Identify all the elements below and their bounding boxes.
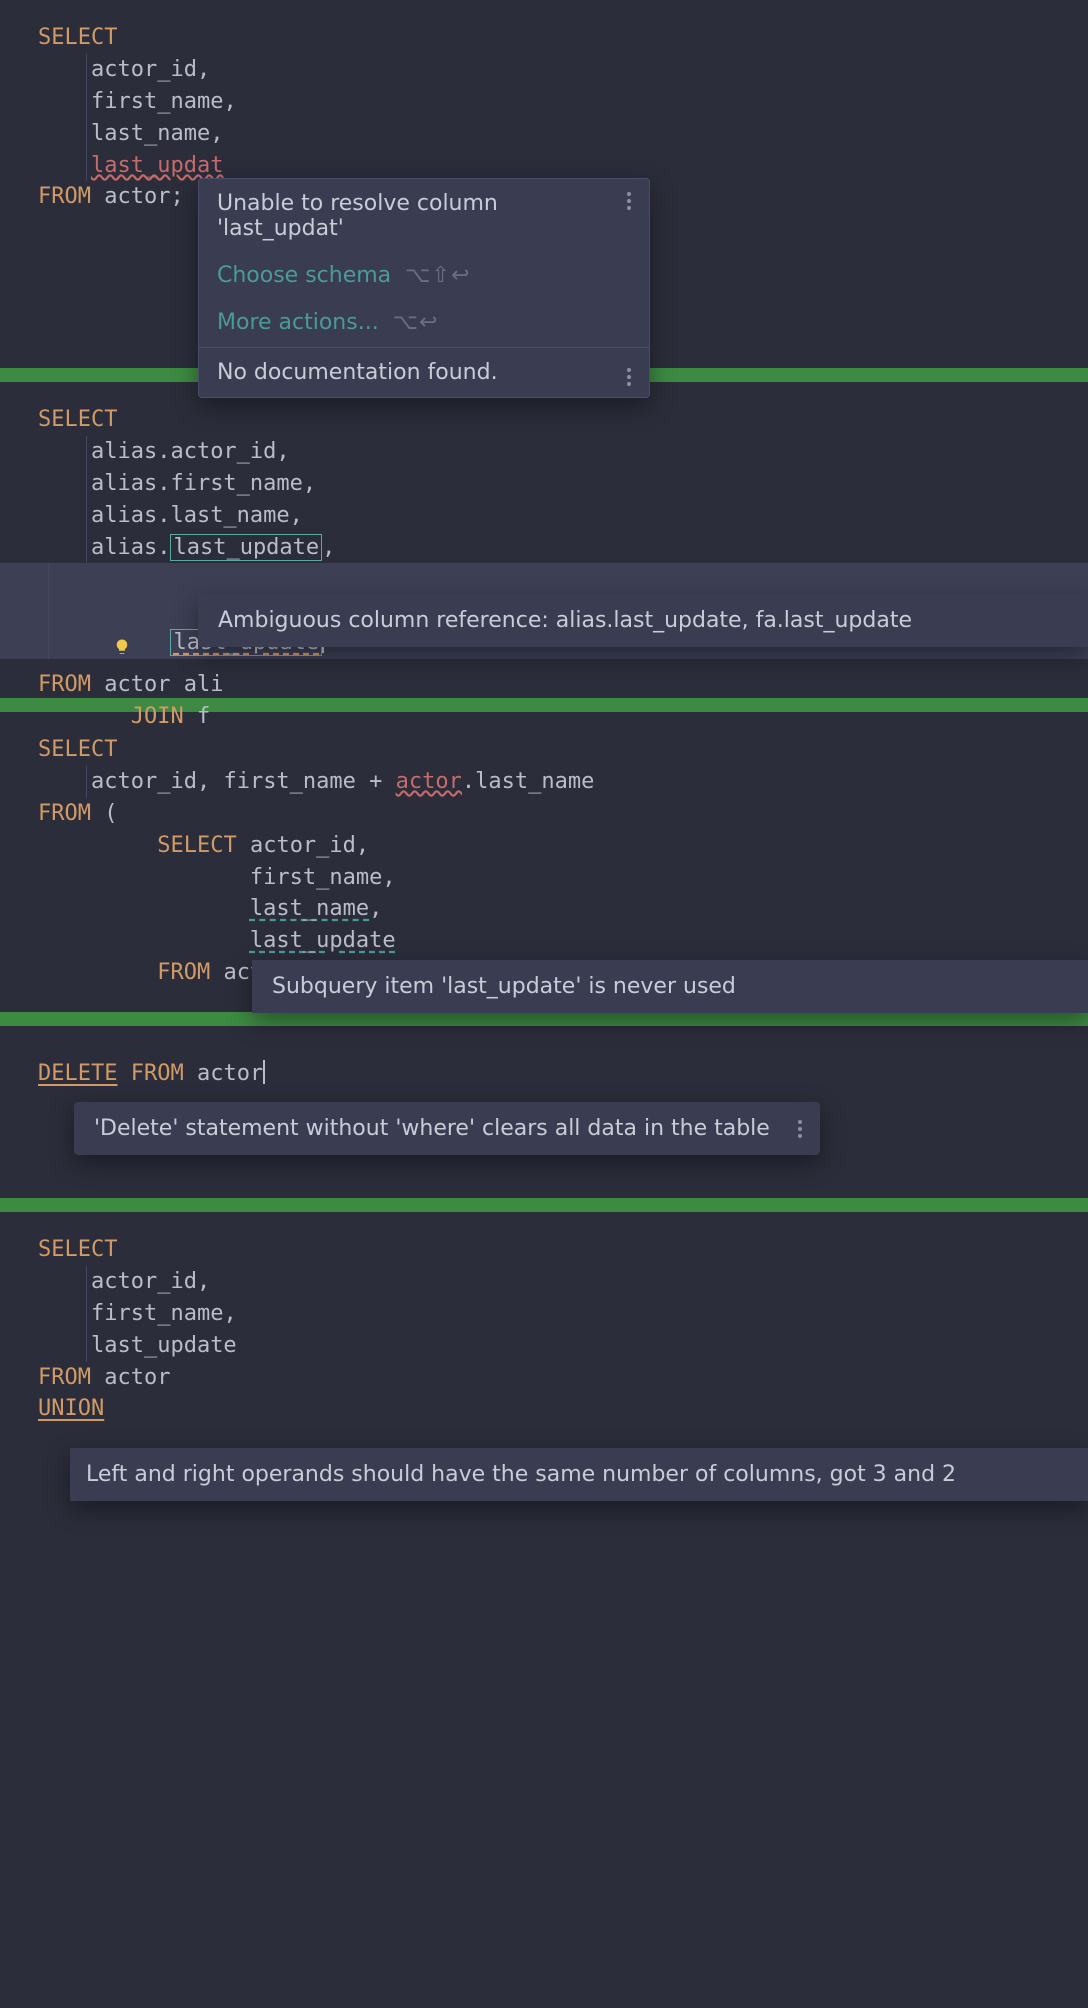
code-section-3: SELECT actor_id, first_name + actor.last… [0, 712, 1088, 1012]
code-editor[interactable]: SELECT actor_id, first_name + actor.last… [0, 712, 1088, 989]
code-section-1: SELECT actor_id, first_name, last_name, … [0, 0, 1088, 368]
inner-col-last-update[interactable]: last_update [250, 928, 396, 953]
tooltip-action-more[interactable]: More actions... [217, 310, 379, 335]
warning-tooltip: Ambiguous column reference: alias.last_u… [198, 594, 1088, 647]
col-boxed-last-update[interactable]: last_update [170, 534, 322, 561]
table-actor: actor [197, 1061, 263, 1086]
keyword-select: SELECT [38, 737, 117, 762]
tooltip-message: Subquery item 'last_update' is never use… [272, 974, 736, 999]
col-alias-actor-id: alias.actor_id [91, 439, 276, 464]
table-actor: actor [104, 672, 170, 697]
tooltip-message: Left and right operands should have the … [86, 1462, 956, 1487]
info-tooltip: Subquery item 'last_update' is never use… [252, 960, 1088, 1013]
keyword-from: FROM [38, 1365, 91, 1390]
col-first-name: first_name [91, 1301, 223, 1326]
code-section-5: SELECT actor_id, first_name, last_update… [0, 1212, 1088, 1506]
tooltip-doc-message: No documentation found. [217, 360, 498, 385]
inner-col-first-name: first_name [250, 865, 382, 890]
more-options-icon[interactable] [619, 192, 639, 210]
keyword-union[interactable]: UNION [38, 1396, 104, 1421]
table-actor: actor [104, 184, 170, 209]
col-last-update: last_update [91, 1333, 237, 1358]
inner-col-last-name[interactable]: last_name [250, 896, 369, 921]
keyword-from: FROM [38, 801, 91, 826]
code-editor[interactable]: SELECT alias.actor_id, alias.first_name,… [0, 382, 1088, 733]
col-error-actor[interactable]: actor [396, 769, 462, 794]
warning-tooltip: Left and right operands should have the … [70, 1448, 1088, 1501]
code-editor[interactable]: SELECT actor_id, first_name, last_update… [0, 1212, 1088, 1425]
col-actor-id: actor_id [91, 769, 197, 794]
error-tooltip: Unable to resolve column 'last_updat' Ch… [198, 178, 650, 398]
keyword-delete[interactable]: DELETE [38, 1061, 117, 1086]
column-actor-id: actor_id [91, 57, 197, 82]
keyword-inner-from: FROM [157, 960, 210, 985]
code-section-4: DELETE FROM actor 'Delete' statement wit… [0, 1026, 1088, 1198]
warning-tooltip: 'Delete' statement without 'where' clear… [74, 1102, 820, 1155]
inner-col-actor-id: actor_id [250, 833, 356, 858]
section-separator [0, 1012, 1088, 1026]
col-alias-last-name: alias.last_name [91, 503, 290, 528]
keyword-select: SELECT [38, 407, 117, 432]
keyword-from: FROM [131, 1061, 184, 1086]
code-section-2: SELECT alias.actor_id, alias.first_name,… [0, 382, 1088, 698]
column-last-name: last_name [91, 121, 210, 146]
column-first-name: first_name [91, 89, 223, 114]
keyword-select: SELECT [38, 25, 117, 50]
col-alias-prefix: alias. [91, 535, 170, 560]
column-error-last-updat[interactable]: last_updat [91, 153, 223, 178]
keyword-from: FROM [38, 184, 91, 209]
shortcut-label: ⌥⇧↩ [405, 263, 470, 288]
keyword-inner-select: SELECT [157, 833, 236, 858]
col-alias-first-name: alias.first_name [91, 471, 303, 496]
tooltip-action-choose-schema[interactable]: Choose schema [217, 263, 391, 288]
col-actor-id: actor_id [91, 1269, 197, 1294]
keyword-from: FROM [38, 672, 91, 697]
text-caret [263, 1060, 265, 1084]
more-options-icon[interactable] [790, 1120, 810, 1138]
code-editor[interactable]: DELETE FROM actor [0, 1026, 1088, 1090]
shortcut-label: ⌥↩ [393, 310, 439, 335]
table-actor: actor [104, 1365, 170, 1390]
tooltip-message: Ambiguous column reference: alias.last_u… [218, 608, 912, 633]
keyword-select: SELECT [38, 1237, 117, 1262]
tooltip-message: 'Delete' statement without 'where' clear… [94, 1116, 770, 1141]
more-options-icon[interactable] [619, 368, 639, 386]
tooltip-message: Unable to resolve column 'last_updat' [217, 191, 603, 241]
bulb-icon[interactable] [7, 602, 25, 620]
col-first-name: first_name [223, 769, 355, 794]
section-separator [0, 1198, 1088, 1212]
